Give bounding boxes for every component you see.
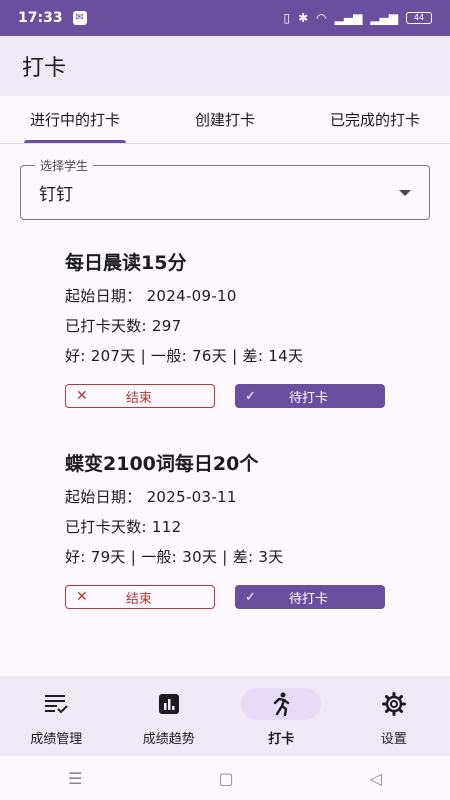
checkin-actions: ✕ 结束 ✓ 待打卡: [65, 585, 395, 609]
nav-grade-trend[interactable]: 成绩趋势: [113, 676, 226, 756]
tab-label: 进行中的打卡: [29, 111, 120, 129]
student-select[interactable]: 选择学生 钉钉: [20, 157, 430, 220]
wifi-icon: ◠: [316, 11, 327, 25]
student-select-value: 钉钉: [39, 185, 73, 205]
bottom-navigation: 成绩管理 成绩趋势 打卡 设置: [0, 676, 450, 756]
checkin-days: 已打卡天数: 112: [65, 518, 182, 536]
list-check-icon: [16, 688, 96, 720]
checkin-name: 蝶变2100词每日20个: [65, 453, 259, 475]
checkin-ratings: 好: 79天 | 一般: 30天 | 差: 3天: [65, 548, 284, 566]
page-title: 打卡: [22, 56, 67, 81]
pending-checkin-button[interactable]: ✓ 待打卡: [235, 585, 385, 609]
end-button-label: 结束: [125, 390, 152, 406]
dropdown-arrow-icon: [399, 189, 411, 196]
bluetooth-icon: ✱: [298, 11, 309, 25]
status-indicators: ▯ ✱ ◠ ▂▄▆ ▂▄▆ 44: [283, 11, 432, 25]
vibrate-icon: ▯: [283, 11, 291, 25]
nav-grade-management[interactable]: 成绩管理: [0, 676, 113, 756]
gear-icon: [354, 688, 434, 720]
tab-bar: 进行中的打卡 创建打卡 已完成的打卡: [0, 96, 450, 144]
checkin-start-date: 起始日期： 2024-09-10: [65, 287, 237, 305]
nav-label: 成绩趋势: [142, 732, 195, 747]
app-bar: 打卡: [0, 36, 450, 96]
signal-icon: ▂▄▆: [334, 11, 363, 25]
end-checkin-button[interactable]: ✕ 结束: [65, 384, 215, 408]
running-person-icon: [241, 688, 322, 720]
tab-label: 已完成的打卡: [329, 111, 420, 129]
tab-label: 创建打卡: [194, 111, 255, 129]
tab-completed[interactable]: 已完成的打卡: [300, 96, 450, 143]
check-icon: ✓: [245, 388, 256, 404]
close-icon: ✕: [76, 388, 88, 404]
tab-create[interactable]: 创建打卡: [150, 96, 300, 143]
nav-label: 设置: [380, 732, 407, 747]
check-icon: ✓: [245, 589, 256, 605]
end-checkin-button[interactable]: ✕ 结束: [65, 585, 215, 609]
nav-checkin[interactable]: 打卡: [225, 676, 338, 756]
status-bar: 17:33 ✉ ▯ ✱ ◠ ▂▄▆ ▂▄▆ 44: [0, 0, 450, 36]
checkin-name: 每日晨读15分: [65, 252, 187, 274]
student-select-label: 选择学生: [35, 157, 94, 174]
nav-label: 打卡: [268, 732, 295, 747]
notification-icon: ✉: [72, 11, 87, 25]
checkin-ratings: 好: 207天 | 一般: 76天 | 差: 14天: [65, 347, 304, 365]
nav-label: 成绩管理: [30, 732, 83, 747]
pending-button-label: 待打卡: [288, 390, 328, 406]
signal-icon-2: ▂▄▆: [370, 11, 398, 25]
bar-chart-icon: [129, 688, 209, 720]
checkin-days: 已打卡天数: 297: [65, 317, 182, 335]
checkin-actions: ✕ 结束 ✓ 待打卡: [65, 384, 395, 408]
status-time: 17:33: [18, 10, 63, 26]
checkin-start-date: 起始日期： 2025-03-11: [65, 488, 237, 506]
system-navigation-bar: ☰ ▢ ◁: [0, 756, 450, 800]
recents-icon[interactable]: ☰: [68, 769, 82, 788]
checkin-card: 每日晨读15分 起始日期： 2024-09-10 已打卡天数: 297 好: 2…: [65, 248, 395, 408]
back-icon[interactable]: ◁: [370, 769, 382, 788]
nav-settings[interactable]: 设置: [338, 676, 450, 756]
home-icon[interactable]: ▢: [218, 769, 233, 788]
pending-button-label: 待打卡: [288, 591, 328, 607]
tab-in-progress[interactable]: 进行中的打卡: [0, 96, 150, 143]
battery-icon: 44: [406, 12, 432, 24]
end-button-label: 结束: [125, 591, 152, 607]
close-icon: ✕: [76, 589, 88, 605]
checkin-card: 蝶变2100词每日20个 起始日期： 2025-03-11 已打卡天数: 112…: [65, 449, 395, 609]
pending-checkin-button[interactable]: ✓ 待打卡: [235, 384, 385, 408]
